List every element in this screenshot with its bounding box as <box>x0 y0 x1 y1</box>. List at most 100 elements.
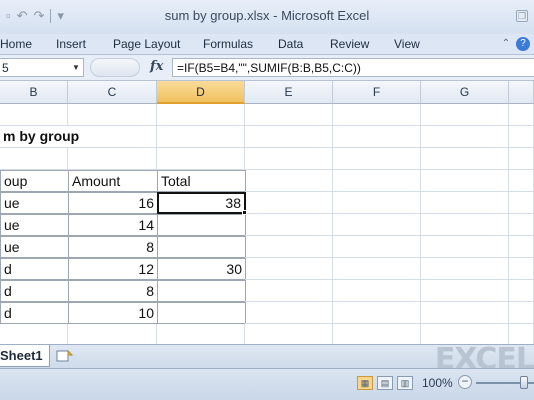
cell[interactable] <box>157 126 245 148</box>
cell[interactable] <box>245 170 333 192</box>
page-break-view-button[interactable]: ▥ <box>397 376 413 390</box>
cell[interactable] <box>245 104 333 126</box>
cell[interactable] <box>421 104 509 126</box>
cell[interactable] <box>509 302 534 324</box>
cell[interactable] <box>333 280 421 302</box>
cell[interactable] <box>333 324 421 344</box>
column-header-h[interactable] <box>509 81 534 104</box>
cell[interactable] <box>421 280 509 302</box>
tab-formulas[interactable]: Formulas <box>203 37 253 51</box>
cell[interactable] <box>245 324 333 344</box>
cell[interactable] <box>333 192 421 214</box>
column-header-f[interactable]: F <box>333 81 421 104</box>
header-cell-group[interactable]: oup <box>0 170 69 192</box>
total-cell[interactable]: 30 <box>157 258 246 280</box>
cell[interactable] <box>157 104 245 126</box>
group-cell[interactable]: d <box>0 302 69 324</box>
cell[interactable] <box>421 302 509 324</box>
cell[interactable] <box>421 324 509 344</box>
cell[interactable] <box>421 170 509 192</box>
normal-view-button[interactable]: ▦ <box>357 376 373 390</box>
total-cell[interactable] <box>157 280 246 302</box>
cell[interactable] <box>421 258 509 280</box>
cell[interactable] <box>0 324 68 344</box>
cell[interactable] <box>0 148 68 170</box>
cell[interactable] <box>333 148 421 170</box>
group-cell[interactable]: ue <box>0 236 69 258</box>
tab-data[interactable]: Data <box>278 37 303 51</box>
cell[interactable] <box>421 192 509 214</box>
cell[interactable] <box>245 302 333 324</box>
column-header-c[interactable]: C <box>68 81 157 104</box>
amount-cell[interactable]: 16 <box>68 192 158 214</box>
cell[interactable] <box>509 170 534 192</box>
sheet-title-cell[interactable]: m by group <box>0 126 157 148</box>
group-cell[interactable]: d <box>0 258 69 280</box>
cell[interactable] <box>509 280 534 302</box>
cell[interactable] <box>68 324 157 344</box>
column-header-b[interactable]: B <box>0 81 68 104</box>
amount-cell[interactable]: 8 <box>68 236 158 258</box>
cell[interactable] <box>509 324 534 344</box>
cell[interactable] <box>421 126 509 148</box>
column-header-g[interactable]: G <box>421 81 509 104</box>
cell[interactable] <box>333 214 421 236</box>
cell[interactable] <box>333 170 421 192</box>
total-cell[interactable] <box>157 214 246 236</box>
total-cell[interactable] <box>157 236 246 258</box>
cell[interactable] <box>333 126 421 148</box>
help-icon[interactable]: ? <box>516 37 530 51</box>
cell[interactable] <box>245 258 333 280</box>
tab-insert[interactable]: Insert <box>56 37 86 51</box>
cell[interactable] <box>333 302 421 324</box>
cell[interactable] <box>68 148 157 170</box>
cell[interactable] <box>333 258 421 280</box>
amount-cell[interactable]: 14 <box>68 214 158 236</box>
name-box-dropdown-icon[interactable]: ▼ <box>72 63 80 72</box>
cell[interactable] <box>509 236 534 258</box>
tab-view[interactable]: View <box>394 37 420 51</box>
total-cell-active[interactable]: 38 <box>157 192 246 214</box>
cell[interactable] <box>157 324 245 344</box>
cell[interactable] <box>245 126 333 148</box>
group-cell[interactable]: ue <box>0 214 69 236</box>
sheet-tab-active[interactable]: Sheet1 <box>0 345 50 367</box>
formula-bar-resize-handle[interactable] <box>90 58 140 77</box>
group-cell[interactable]: d <box>0 280 69 302</box>
cell[interactable] <box>245 236 333 258</box>
header-cell-amount[interactable]: Amount <box>68 170 158 192</box>
cell[interactable] <box>509 192 534 214</box>
zoom-level[interactable]: 100% <box>422 376 453 390</box>
tab-review[interactable]: Review <box>330 37 369 51</box>
cell[interactable] <box>509 126 534 148</box>
cell[interactable] <box>421 148 509 170</box>
group-cell[interactable]: ue <box>0 192 69 214</box>
cell[interactable] <box>245 214 333 236</box>
cell[interactable] <box>421 236 509 258</box>
page-layout-view-button[interactable]: ▤ <box>377 376 393 390</box>
column-header-e[interactable]: E <box>245 81 333 104</box>
cell[interactable] <box>421 214 509 236</box>
cell[interactable] <box>509 148 534 170</box>
zoom-slider-thumb[interactable] <box>520 376 528 389</box>
cell[interactable] <box>246 192 333 214</box>
insert-function-icon[interactable]: fx <box>150 59 163 74</box>
formula-input[interactable]: =IF(B5=B4,"",SUMIF(B:B,B5,C:C)) <box>172 58 534 77</box>
header-cell-total[interactable]: Total <box>157 170 246 192</box>
fill-handle[interactable] <box>242 210 247 215</box>
amount-cell[interactable]: 10 <box>68 302 158 324</box>
total-cell[interactable] <box>157 302 246 324</box>
amount-cell[interactable]: 8 <box>68 280 158 302</box>
cell[interactable] <box>509 104 534 126</box>
zoom-out-button[interactable]: − <box>458 375 472 389</box>
cell[interactable] <box>245 148 333 170</box>
column-header-d[interactable]: D <box>157 81 245 104</box>
tab-home[interactable]: Home <box>0 37 32 51</box>
cell[interactable] <box>333 236 421 258</box>
restore-window-button[interactable]: ❐ <box>516 10 528 22</box>
cell[interactable] <box>157 148 245 170</box>
cell[interactable] <box>245 280 333 302</box>
cell[interactable] <box>509 214 534 236</box>
minimize-ribbon-icon[interactable]: ⌃ <box>499 37 513 51</box>
cell[interactable] <box>0 104 68 126</box>
